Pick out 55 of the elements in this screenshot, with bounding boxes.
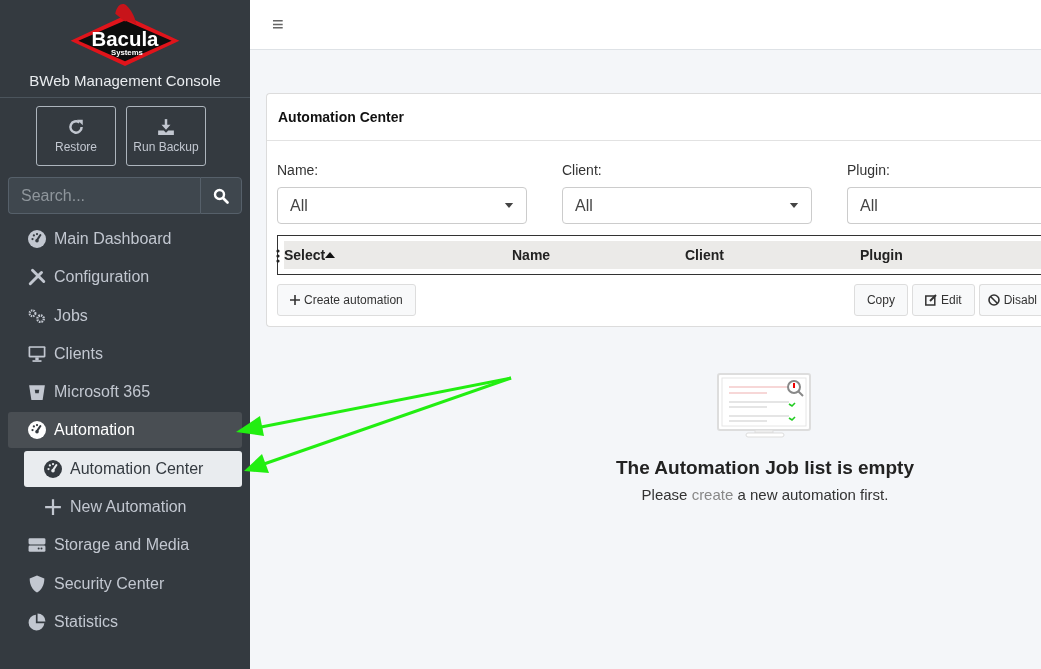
pie-chart-icon <box>28 612 46 631</box>
column-header[interactable]: Name <box>512 247 685 263</box>
gears-icon <box>28 306 46 325</box>
shield-icon <box>28 574 46 593</box>
gauge-icon <box>44 459 62 478</box>
refresh-icon <box>67 118 85 136</box>
edit-icon <box>924 294 937 306</box>
sidebar-item[interactable]: Security Center <box>8 565 242 602</box>
empty-state-title: The Automation Job list is empty <box>615 457 914 479</box>
caret-icon <box>504 203 514 208</box>
edit-button[interactable]: Edit <box>911 284 975 316</box>
sidebar-item[interactable]: Clients <box>8 335 242 372</box>
column-menu-icon <box>276 249 280 263</box>
filter-label: Name: <box>277 162 320 178</box>
gauge-icon <box>28 421 46 440</box>
empty-state-message: Please create a new automation first. <box>641 486 889 503</box>
sidebar-subitem[interactable]: New Automation <box>24 489 242 526</box>
tools-icon <box>28 268 46 287</box>
card-title: Automation Center <box>278 109 404 125</box>
search-button[interactable] <box>200 177 242 214</box>
ban-icon <box>987 294 1000 306</box>
search-field[interactable]: Search... <box>8 177 200 214</box>
create-automation-button[interactable]: Create automation <box>277 284 416 316</box>
sidebar-item[interactable]: Automation <box>8 412 242 449</box>
bucket-icon <box>28 383 46 402</box>
sort-icon <box>325 252 336 258</box>
caret-icon <box>789 203 799 208</box>
gauge-icon <box>28 230 46 248</box>
monitor-icon <box>28 344 46 363</box>
filter-select[interactable]: All <box>562 187 812 224</box>
app-title: BWeb Management Console <box>29 72 221 89</box>
sidebar-item[interactable]: Statistics <box>8 603 242 640</box>
column-header[interactable]: Select <box>284 247 512 263</box>
filter-label: Plugin: <box>847 162 891 178</box>
column-header[interactable]: Plugin <box>860 247 903 263</box>
drive-icon <box>28 536 46 555</box>
download-icon <box>157 118 175 136</box>
menu-button[interactable]: ≡ <box>272 13 284 36</box>
plus-icon <box>44 498 62 517</box>
filter-label: Client: <box>562 162 603 178</box>
sidebar-item[interactable]: Microsoft 365 <box>8 374 242 411</box>
plus-icon <box>290 295 300 305</box>
sidebar-item[interactable]: Storage and Media <box>8 527 242 564</box>
disable-button[interactable]: Disabl <box>978 284 1041 316</box>
sidebar-item[interactable]: Main Dashboard <box>8 221 242 257</box>
sidebar-item[interactable]: Configuration <box>8 259 242 296</box>
filter-select[interactable]: All <box>847 187 1041 224</box>
filter-select[interactable]: All <box>277 187 527 224</box>
sidebar-subitem[interactable]: Automation Center <box>24 450 242 487</box>
search-icon <box>213 187 229 204</box>
column-header[interactable]: Client <box>685 247 860 263</box>
restore-button[interactable]: Restore <box>36 106 116 166</box>
sidebar-item[interactable]: Jobs <box>8 297 242 334</box>
run-backup-button[interactable]: Run Backup <box>126 106 206 166</box>
copy-button[interactable]: Copy <box>853 284 908 316</box>
